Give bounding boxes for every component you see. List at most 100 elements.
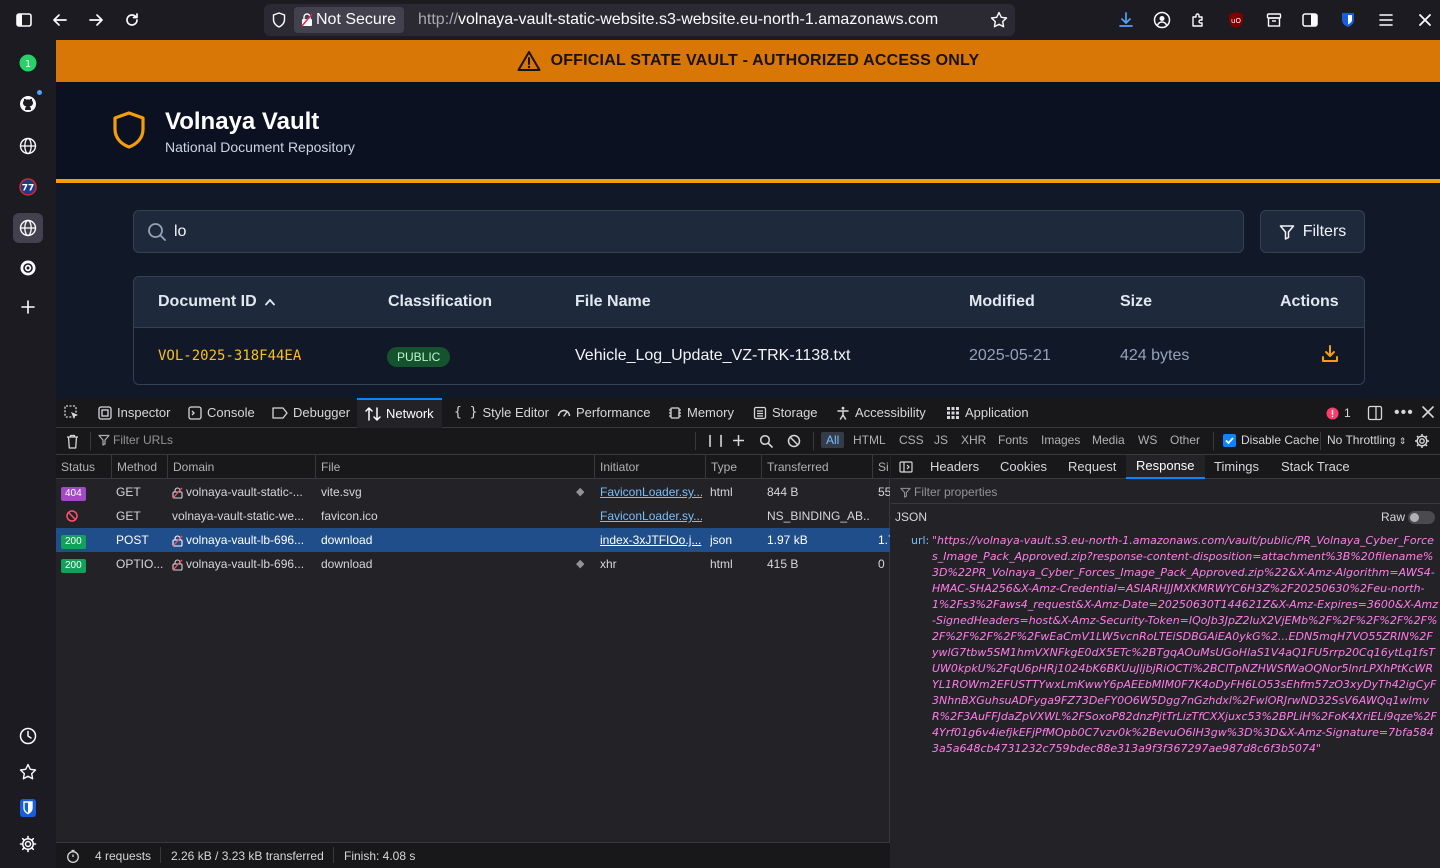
settings-gear-icon[interactable] bbox=[14, 830, 42, 858]
disable-cache-checkbox[interactable] bbox=[1223, 434, 1236, 447]
tab-application[interactable]: Application bbox=[946, 398, 1029, 428]
star-icon[interactable] bbox=[990, 11, 1008, 29]
detail-tab-cookies[interactable]: Cookies bbox=[1000, 455, 1047, 479]
filter-type-ws[interactable]: WS bbox=[1138, 433, 1157, 447]
tab-accessibility[interactable]: Accessibility bbox=[836, 398, 926, 428]
dock-side-icon[interactable] bbox=[1367, 405, 1383, 421]
raw-toggle[interactable] bbox=[1408, 511, 1435, 524]
initiator-cell[interactable]: FaviconLoader.sy... bbox=[600, 504, 702, 528]
block-requests-icon[interactable] bbox=[787, 434, 801, 448]
filter-type-fonts[interactable]: Fonts bbox=[998, 433, 1028, 447]
column-header-file-name[interactable]: File Name bbox=[575, 293, 651, 311]
initiator-cell[interactable]: index-3xJTFIOo.j... bbox=[600, 528, 702, 552]
globe-icon[interactable] bbox=[14, 132, 42, 160]
container-icon[interactable] bbox=[1262, 8, 1286, 32]
back-icon[interactable] bbox=[48, 8, 72, 32]
throttling-select[interactable]: No Throttling ⇕ bbox=[1327, 433, 1406, 447]
reload-icon[interactable] bbox=[120, 8, 144, 32]
tab-style-editor[interactable]: { } Style Editor bbox=[454, 398, 549, 428]
clear-requests-trash-icon[interactable] bbox=[66, 434, 79, 449]
filter-urls-input[interactable]: Filter URLs bbox=[113, 433, 173, 447]
column-initiator[interactable]: Initiator bbox=[594, 455, 705, 479]
filter-type-all[interactable]: All bbox=[821, 432, 845, 448]
column-header-modified[interactable]: Modified bbox=[969, 293, 1035, 311]
table-row[interactable]: VOL-2025-318F44EA PUBLIC Vehicle_Log_Upd… bbox=[134, 327, 1364, 384]
filter-type-other[interactable]: Other bbox=[1170, 433, 1200, 447]
tab-storage[interactable]: Storage bbox=[753, 398, 818, 428]
error-counter[interactable]: 1 bbox=[1326, 406, 1351, 420]
request-row[interactable]: GET volnaya-vault-static-we... favicon.i… bbox=[56, 504, 890, 528]
json-url-value[interactable]: "https://volnaya-vault.s3.eu-north-1.ama… bbox=[932, 533, 1438, 757]
storage-icon bbox=[753, 406, 767, 420]
column-header-classification[interactable]: Classification bbox=[388, 293, 492, 311]
add-panel-icon[interactable] bbox=[14, 293, 42, 321]
column-header-size[interactable]: Size bbox=[1120, 293, 1152, 311]
forward-icon[interactable] bbox=[84, 8, 108, 32]
filter-type-js[interactable]: JS bbox=[934, 433, 948, 447]
detail-tab-headers[interactable]: Headers bbox=[930, 455, 979, 479]
history-icon[interactable] bbox=[14, 722, 42, 750]
detail-tab-request[interactable]: Request bbox=[1068, 455, 1116, 479]
network-settings-gear-icon[interactable] bbox=[1414, 433, 1430, 449]
reader-view-icon[interactable] bbox=[1298, 8, 1322, 32]
tab-console[interactable]: Console bbox=[188, 398, 255, 428]
tab-memory[interactable]: Memory bbox=[668, 398, 734, 428]
turtle-icon: ◆ bbox=[576, 486, 585, 498]
column-file[interactable]: File bbox=[315, 455, 594, 479]
column-status[interactable]: Status bbox=[56, 455, 111, 479]
filter-type-html[interactable]: HTML bbox=[853, 433, 886, 447]
filter-type-css[interactable]: CSS bbox=[899, 433, 924, 447]
bitwarden-sidebar-icon[interactable] bbox=[14, 794, 42, 822]
filter-type-media[interactable]: Media bbox=[1092, 433, 1125, 447]
request-row-selected[interactable]: 200 POST volnaya-vault-lb-696... downloa… bbox=[56, 528, 890, 552]
whatsapp-icon[interactable]: 1 bbox=[14, 49, 42, 77]
column-size[interactable]: Si bbox=[872, 455, 890, 479]
column-domain[interactable]: Domain bbox=[167, 455, 315, 479]
tab-debugger[interactable]: Debugger bbox=[272, 398, 350, 428]
divider bbox=[813, 432, 814, 450]
extensions-icon[interactable] bbox=[1186, 8, 1210, 32]
element-picker-icon[interactable] bbox=[64, 405, 80, 421]
detail-tab-stack-trace[interactable]: Stack Trace bbox=[1281, 455, 1350, 479]
filters-button[interactable]: Filters bbox=[1260, 210, 1365, 253]
tab-performance[interactable]: Performance bbox=[557, 398, 650, 428]
initiator-cell[interactable]: FaviconLoader.sy... bbox=[600, 480, 702, 504]
tab-inspector[interactable]: Inspector bbox=[98, 398, 170, 428]
filter-type-images[interactable]: Images bbox=[1041, 433, 1080, 447]
column-type[interactable]: Type bbox=[705, 455, 761, 479]
search-requests-icon[interactable] bbox=[759, 434, 773, 448]
request-row[interactable]: 404 GET volnaya-vault-static-... vite.sv… bbox=[56, 480, 890, 504]
toggle-panel-icon[interactable] bbox=[899, 461, 913, 473]
sidebar-toggle-icon[interactable] bbox=[12, 8, 36, 32]
app-77-icon[interactable]: 77 bbox=[14, 173, 42, 201]
chatgpt-icon[interactable] bbox=[14, 254, 42, 282]
search-input[interactable]: lo bbox=[133, 210, 1244, 253]
download-button[interactable] bbox=[1320, 344, 1340, 364]
column-transferred[interactable]: Transferred bbox=[761, 455, 872, 479]
detail-tab-response[interactable]: Response bbox=[1126, 455, 1205, 479]
add-request-icon[interactable] bbox=[732, 434, 745, 447]
filter-properties-input[interactable]: Filter properties bbox=[914, 485, 997, 499]
menu-icon[interactable] bbox=[1374, 8, 1398, 32]
tracking-shield-icon[interactable] bbox=[272, 12, 286, 28]
not-secure-badge[interactable]: Not Secure bbox=[294, 7, 405, 33]
url-bar[interactable]: Not Secure http://volnaya-vault-static-w… bbox=[264, 4, 1015, 36]
globe-active-icon[interactable] bbox=[13, 213, 43, 243]
pause-icon[interactable]: ❙❙ bbox=[705, 433, 727, 447]
url-text[interactable]: http://volnaya-vault-static-website.s3-w… bbox=[418, 4, 938, 36]
tab-network[interactable]: Network bbox=[357, 398, 442, 428]
download-icon[interactable] bbox=[1114, 8, 1138, 32]
column-method[interactable]: Method bbox=[111, 455, 167, 479]
filter-type-xhr[interactable]: XHR bbox=[961, 433, 986, 447]
detail-tab-timings[interactable]: Timings bbox=[1214, 455, 1259, 479]
bookmarks-star-icon[interactable] bbox=[14, 758, 42, 786]
close-devtools-icon[interactable] bbox=[1422, 406, 1434, 418]
ublock-icon[interactable]: uO bbox=[1224, 8, 1248, 32]
github-icon[interactable] bbox=[14, 90, 42, 118]
request-row[interactable]: 200 OPTIO... volnaya-vault-lb-696... dow… bbox=[56, 552, 890, 576]
close-window-icon[interactable] bbox=[1413, 8, 1437, 32]
bitwarden-icon[interactable] bbox=[1336, 8, 1360, 32]
column-header-document-id[interactable]: Document ID bbox=[158, 293, 276, 311]
more-options-icon[interactable]: ••• bbox=[1394, 404, 1414, 422]
account-icon[interactable] bbox=[1150, 8, 1174, 32]
